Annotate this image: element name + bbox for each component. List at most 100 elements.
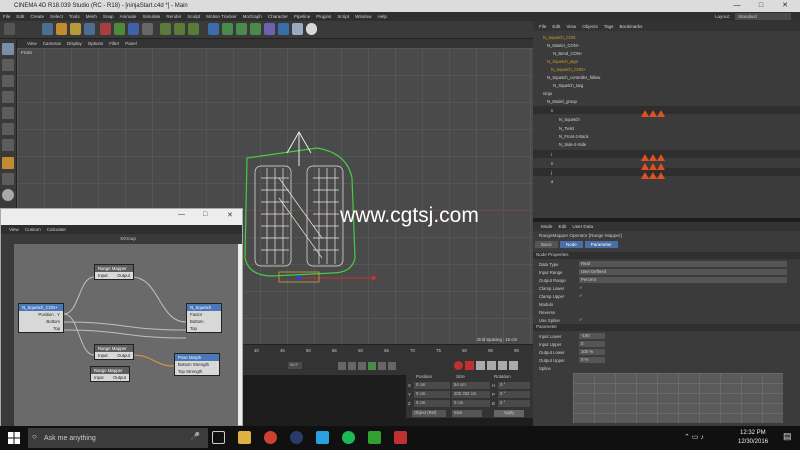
node-pose-morph[interactable]: Pose Morph Bottom Strength Top Strength	[174, 353, 220, 376]
prev-key-icon[interactable]	[348, 362, 356, 370]
node-range-mapper-2[interactable]: Range Mapper Input Output	[94, 344, 134, 360]
polygons-mode-icon[interactable]	[2, 139, 14, 151]
input-range-select[interactable]: User Defined	[579, 269, 787, 275]
workplane-icon[interactable]	[2, 91, 14, 103]
menu-snap[interactable]: Snap	[103, 14, 114, 19]
edges-mode-icon[interactable]	[2, 123, 14, 135]
size-x-field[interactable]: 54 cm	[452, 382, 490, 389]
node-range-mapper-3[interactable]: Range Mapper Input Output	[90, 366, 130, 382]
size-z-field[interactable]: 0 cm	[452, 400, 490, 407]
object-row[interactable]: N_Bend_CON+	[533, 49, 800, 57]
notifications-icon[interactable]: ▤	[783, 431, 792, 442]
y-axis-icon[interactable]	[114, 23, 125, 35]
apply-button[interactable]: Apply	[494, 410, 524, 417]
rotation-h-field[interactable]: 0 °	[498, 382, 530, 389]
obj-menu-tags[interactable]: Tags	[604, 24, 614, 29]
menu-motion-tracker[interactable]: Motion Tracker	[206, 14, 236, 19]
xp-menu-custom[interactable]: Custom	[25, 227, 41, 232]
axis-mode-icon[interactable]	[2, 157, 14, 169]
world-icon[interactable]	[142, 23, 153, 35]
floor-icon[interactable]	[278, 23, 289, 35]
menu-window[interactable]: Window	[355, 14, 371, 19]
object-row[interactable]: N_Squetch_CON+	[533, 65, 800, 73]
menu-select[interactable]: Select	[50, 14, 63, 19]
size-y-field[interactable]: 202.332 cm	[452, 391, 490, 398]
array-icon[interactable]	[250, 23, 261, 35]
obj-menu-file[interactable]: File	[539, 24, 546, 29]
menu-mesh[interactable]: Mesh	[86, 14, 97, 19]
attr-menu-user-data[interactable]: User Data	[572, 224, 593, 229]
undo-icon[interactable]	[4, 23, 15, 35]
scale-icon[interactable]	[70, 23, 81, 35]
taskbar-search[interactable]: ○ Ask me anything 🎤	[28, 428, 208, 448]
x-axis-icon[interactable]	[100, 23, 111, 35]
menu-help[interactable]: Help	[377, 14, 386, 19]
rotation-p-field[interactable]: 0 °	[498, 391, 530, 398]
menu-character[interactable]: Character	[268, 14, 288, 19]
output-range-select[interactable]: Percent	[579, 277, 787, 283]
xpresso-canvas[interactable]: N_Squetch_CON+ Position . Y Bottom Top R…	[14, 244, 238, 426]
tab-basic[interactable]: Basic	[535, 241, 559, 248]
rotation-b-field[interactable]: 0 °	[498, 400, 530, 407]
menu-pipeline[interactable]: Pipeline	[294, 14, 310, 19]
menu-script[interactable]: Script	[337, 14, 349, 19]
menu-render[interactable]: Render	[166, 14, 181, 19]
menu-tools[interactable]: Tools	[69, 14, 80, 19]
points-mode-icon[interactable]	[2, 107, 14, 119]
object-row[interactable]: ninja	[533, 89, 800, 97]
goto-end-icon[interactable]	[388, 362, 396, 370]
attr-menu-edit[interactable]: Edit	[559, 224, 567, 229]
object-row[interactable]: N_Squetch_controller_follow	[533, 73, 800, 81]
clamp-lower-checkbox[interactable]: ✓	[579, 285, 583, 291]
input-lower-field[interactable]: -100	[579, 333, 605, 339]
cinema4d-taskbar-icon[interactable]	[290, 431, 303, 444]
camera-icon[interactable]	[292, 23, 303, 35]
z-axis-icon[interactable]	[128, 23, 139, 35]
obj-menu-edit[interactable]: Edit	[552, 24, 560, 29]
microphone-icon[interactable]: 🎤	[190, 432, 200, 441]
pen-icon[interactable]	[222, 23, 233, 35]
clamp-upper-checkbox[interactable]: ✓	[579, 293, 583, 299]
vp-menu-view[interactable]: View	[27, 41, 37, 46]
tab-parameter[interactable]: Parameter	[584, 241, 618, 248]
skype-icon[interactable]	[316, 431, 329, 444]
texture-mode-icon[interactable]	[2, 75, 14, 87]
output-upper-field[interactable]: 0 %	[579, 357, 605, 363]
vp-menu-cameras[interactable]: Cameras	[43, 41, 61, 46]
play-icon[interactable]	[368, 362, 376, 370]
menu-mograph[interactable]: MoGraph	[243, 14, 262, 19]
spotify-icon[interactable]	[342, 431, 355, 444]
output-lower-field[interactable]: 100 %	[579, 349, 605, 355]
clock-time[interactable]: 12:32 PM	[740, 430, 766, 436]
obj-menu-bookmarks[interactable]: Bookmarks	[619, 24, 642, 29]
deformer-icon[interactable]	[264, 23, 275, 35]
rotate-icon[interactable]	[84, 23, 95, 35]
scale-key-icon[interactable]	[498, 361, 507, 370]
node-range-mapper-1[interactable]: Range Mapper Input Output	[94, 264, 134, 280]
data-type-select[interactable]: Real	[579, 261, 787, 267]
clock-date[interactable]: 12/30/2016	[738, 439, 768, 445]
menu-plugins[interactable]: Plugins	[316, 14, 331, 19]
vp-menu-display[interactable]: Display	[67, 41, 82, 46]
vp-menu-options[interactable]: Options	[88, 41, 104, 46]
subdivision-icon[interactable]	[236, 23, 247, 35]
file-explorer-icon[interactable]	[238, 431, 251, 444]
menu-animate[interactable]: Animate	[120, 14, 137, 19]
menu-edit[interactable]: Edit	[16, 14, 24, 19]
autokey-icon[interactable]	[465, 361, 474, 370]
minimize-button[interactable]: —	[728, 0, 746, 12]
xp-menu-view[interactable]: View	[9, 227, 19, 232]
layout-select[interactable]: Standard	[735, 13, 791, 20]
move-icon[interactable]	[56, 23, 67, 35]
rotation-key-icon[interactable]	[509, 361, 518, 370]
position-z-field[interactable]: 0 cm	[414, 400, 450, 407]
spline-editor[interactable]	[573, 373, 783, 423]
menu-sculpt[interactable]: Sculpt	[187, 14, 200, 19]
menu-file[interactable]: File	[3, 14, 10, 19]
make-editable-icon[interactable]	[2, 43, 14, 55]
obj-menu-objects[interactable]: Objects	[582, 24, 598, 29]
windows-start-icon[interactable]	[8, 432, 20, 444]
maximize-button[interactable]: □	[752, 0, 770, 12]
keyframe-selection-icon[interactable]	[476, 361, 485, 370]
prev-frame-icon[interactable]	[358, 362, 366, 370]
